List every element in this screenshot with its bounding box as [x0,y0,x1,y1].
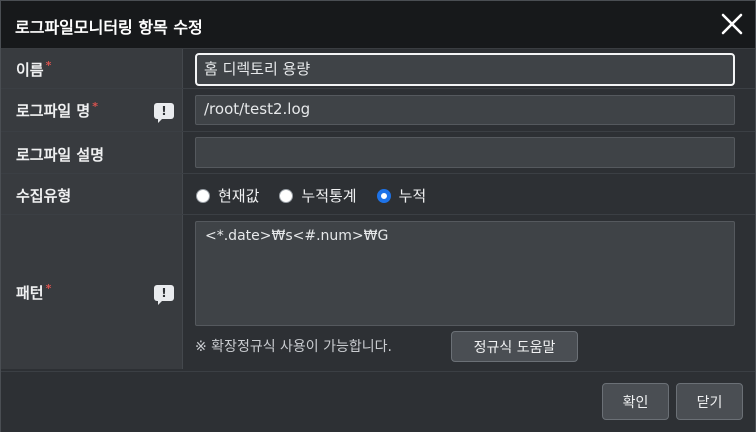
close-button[interactable] [717,9,747,39]
logfile-label-text: 로그파일 명 [16,102,91,120]
pattern-label-text: 패턴 [16,284,44,302]
radio-button[interactable] [279,188,294,203]
description-label: 로그파일 설명 [16,146,105,164]
label-cell-pattern: 패턴 * ! [1,215,183,369]
row-collect-type: 수집유형 현재값 누적통계 누적 [1,174,755,215]
row-description: 로그파일 설명 [1,132,755,174]
log-monitoring-edit-dialog: 로그파일모니터링 항목 수정 이름* 홈 디렉토리 용량 로그파일 명* ! [0,0,756,432]
info-glyph: ! [161,104,167,118]
radio-cumulative[interactable]: 누적 [376,185,427,206]
logfile-input[interactable]: /root/test2.log [195,95,735,125]
radio-current-value[interactable]: 현재값 [196,185,259,206]
label-cell-collect-type: 수집유형 [1,174,183,214]
info-icon[interactable]: ! [154,285,174,305]
close-dialog-button[interactable]: 닫기 [676,383,743,420]
radio-button[interactable] [196,188,210,203]
radio-label: 누적통계 [301,187,357,205]
radio-label: 누적 [398,187,427,205]
dialog-titlebar: 로그파일모니터링 항목 수정 [1,1,755,49]
required-marker: * [45,59,52,72]
label-cell-logfile: 로그파일 명 * ! [1,89,183,131]
collect-type-label: 수집유형 [16,187,72,205]
row-pattern: 패턴 * ! <*.date>₩s<#.num>₩G ※ 확장정규식 사용이 가능… [1,215,755,369]
confirm-button[interactable]: 확인 [602,383,669,420]
radio-button-selected[interactable] [376,188,391,203]
description-input[interactable] [195,137,735,168]
info-icon[interactable]: ! [154,103,174,123]
regex-hint-text: ※ 확장정규식 사용이 가능합니다. [195,339,392,355]
regex-help-button[interactable]: 정규식 도움말 [451,331,578,362]
name-label: 이름 * [16,59,51,80]
pattern-label: 패턴 * [16,282,51,303]
label-cell-description: 로그파일 설명 [1,132,183,173]
collect-type-radio-group: 현재값 누적통계 누적 [196,185,446,206]
label-cell-name: 이름 * [1,49,183,88]
row-name: 이름 * 홈 디렉토리 용량 [1,49,755,89]
pattern-textarea[interactable]: <*.date>₩s<#.num>₩G [195,221,735,326]
logfile-label: 로그파일 명 * [16,100,98,121]
dialog-title: 로그파일모니터링 항목 수정 [15,18,203,37]
required-marker: * [45,282,52,295]
radio-label: 현재값 [218,187,260,205]
name-input[interactable]: 홈 디렉토리 용량 [195,53,735,86]
close-icon [721,13,743,35]
dialog-footer: 확인 닫기 [1,371,755,432]
radio-cumulative-stats[interactable]: 누적통계 [279,185,357,206]
required-marker: * [92,100,98,113]
info-glyph: ! [161,286,167,300]
name-label-text: 이름 [16,61,44,79]
row-logfile: 로그파일 명 * ! /root/test2.log [1,89,755,132]
